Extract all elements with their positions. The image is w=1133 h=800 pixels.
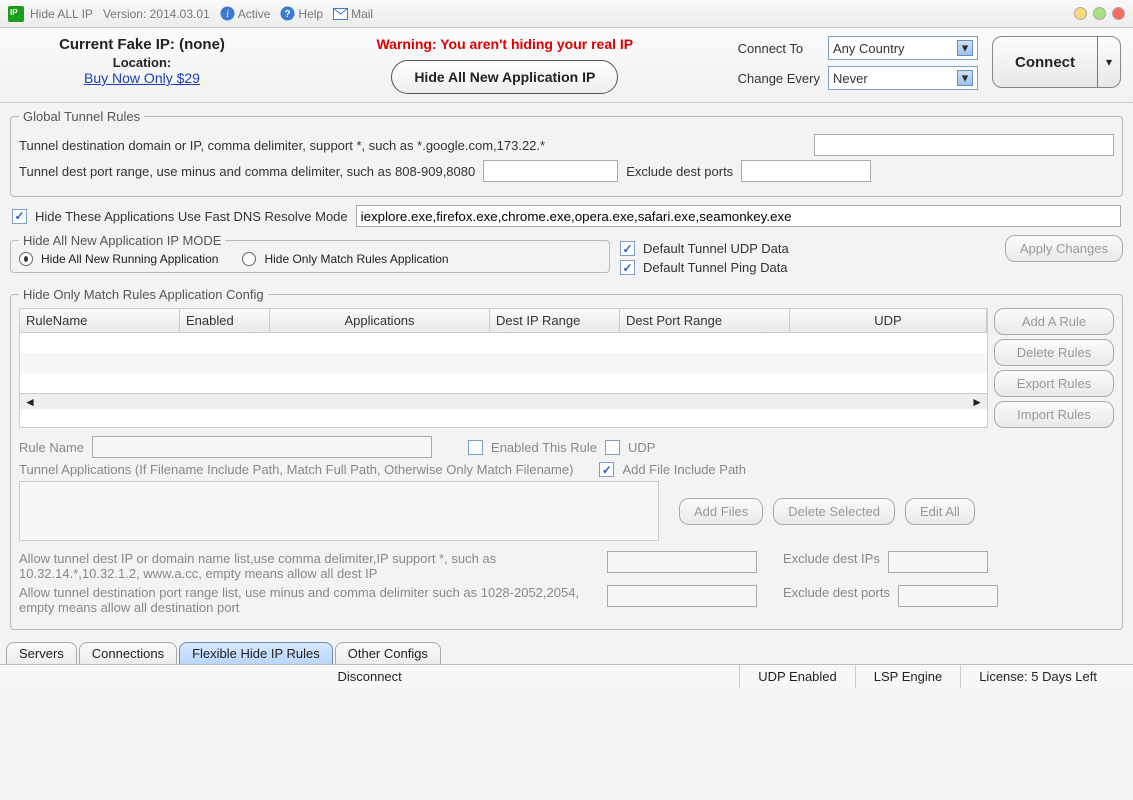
country-select[interactable]: Any Country▾ [828, 36, 978, 60]
col-destip[interactable]: Dest IP Range [490, 309, 620, 332]
connect-to-label: Connect To [738, 41, 820, 56]
rules-table: RuleName Enabled Applications Dest IP Ra… [19, 308, 988, 428]
help-link[interactable]: ? Help [280, 6, 323, 21]
connect-button[interactable]: Connect ▾ [992, 36, 1121, 88]
status-bar: Disconnect UDP Enabled LSP Engine Licens… [0, 664, 1133, 688]
minimize-icon[interactable] [1074, 7, 1087, 20]
enabled-rule-checkbox[interactable] [468, 440, 483, 455]
close-icon[interactable] [1112, 7, 1125, 20]
allow-ip-input[interactable] [607, 551, 757, 573]
mode-radio-all[interactable] [19, 252, 33, 266]
delete-rules-button[interactable]: Delete Rules [994, 339, 1114, 366]
app-title: Hide ALL IP Version: 2014.03.01 [30, 7, 210, 21]
status-lsp: LSP Engine [856, 665, 961, 688]
mid-block: Warning: You aren't hiding your real IP … [272, 36, 738, 94]
status-license: License: 5 Days Left [961, 665, 1115, 688]
rules-body [20, 333, 987, 393]
import-rules-button[interactable]: Import Rules [994, 401, 1114, 428]
active-status: i Active [220, 6, 271, 21]
global-legend: Global Tunnel Rules [19, 109, 144, 124]
rule-name-input[interactable] [92, 436, 432, 458]
udp-rule-checkbox[interactable] [605, 440, 620, 455]
exclude-ip-label: Exclude dest IPs [783, 551, 880, 566]
delete-selected-button[interactable]: Delete Selected [773, 498, 895, 525]
window-controls [1074, 7, 1125, 20]
edit-all-button[interactable]: Edit All [905, 498, 975, 525]
ip-mode-group: Hide All New Application IP MODE Hide Al… [10, 233, 610, 273]
chevron-down-icon: ▾ [957, 70, 973, 86]
exclude-port-input[interactable] [741, 160, 871, 182]
global-tunnel-rules: Global Tunnel Rules Tunnel destination d… [10, 109, 1123, 197]
mode-opt1: Hide All New Running Application [41, 252, 218, 266]
tab-other[interactable]: Other Configs [335, 642, 441, 664]
status-disconnect: Disconnect [0, 665, 740, 688]
fast-dns-input[interactable] [356, 205, 1121, 227]
mode-legend: Hide All New Application IP MODE [19, 233, 225, 248]
allow-ip-label: Allow tunnel dest IP or domain name list… [19, 551, 599, 581]
ping-label: Default Tunnel Ping Data [643, 260, 788, 275]
mail-link[interactable]: Mail [333, 7, 373, 21]
dest-domain-input[interactable] [814, 134, 1114, 156]
ping-checkbox[interactable] [620, 260, 635, 275]
apps-list-input[interactable] [19, 481, 659, 541]
app-icon [8, 6, 24, 22]
table-scrollbar[interactable]: ◄► [20, 393, 987, 409]
apply-changes-button[interactable]: Apply Changes [1005, 235, 1123, 262]
bottom-tabs: Servers Connections Flexible Hide IP Rul… [0, 638, 1133, 664]
hide-all-button[interactable]: Hide All New Application IP [391, 60, 618, 94]
col-enabled[interactable]: Enabled [180, 309, 270, 332]
col-rulename[interactable]: RuleName [20, 309, 180, 332]
titlebar: Hide ALL IP Version: 2014.03.01 i Active… [0, 0, 1133, 28]
mode-opt2: Hide Only Match Rules Application [264, 252, 448, 266]
add-path-checkbox[interactable] [599, 462, 614, 477]
add-rule-button[interactable]: Add A Rule [994, 308, 1114, 335]
tunnel-apps-label: Tunnel Applications (If Filename Include… [19, 462, 573, 477]
change-every-label: Change Every [738, 71, 820, 86]
export-rules-button[interactable]: Export Rules [994, 370, 1114, 397]
dest-domain-label: Tunnel destination domain or IP, comma d… [19, 138, 806, 153]
connect-options: Connect To Any Country▾ Change Every Nev… [738, 36, 978, 90]
dest-port-label: Tunnel dest port range, use minus and co… [19, 164, 475, 179]
tab-servers[interactable]: Servers [6, 642, 77, 664]
udp-label: Default Tunnel UDP Data [643, 241, 789, 256]
allow-port-input[interactable] [607, 585, 757, 607]
add-files-button[interactable]: Add Files [679, 498, 763, 525]
connect-dropdown[interactable]: ▾ [1098, 37, 1120, 87]
match-rules-config: Hide Only Match Rules Application Config… [10, 287, 1123, 630]
udp-checkbox[interactable] [620, 241, 635, 256]
svg-text:i: i [226, 9, 229, 20]
rule-name-label: Rule Name [19, 440, 84, 455]
col-applications[interactable]: Applications [270, 309, 490, 332]
header: Current Fake IP: (none) Location: Buy No… [0, 28, 1133, 103]
interval-select[interactable]: Never▾ [828, 66, 978, 90]
col-udp[interactable]: UDP [790, 309, 987, 332]
ip-value: (none) [179, 36, 225, 53]
fast-dns-checkbox[interactable] [12, 209, 27, 224]
svg-text:?: ? [285, 9, 291, 20]
ip-label: Current Fake IP: [59, 36, 175, 53]
exclude-ip-input[interactable] [888, 551, 988, 573]
col-destport[interactable]: Dest Port Range [620, 309, 790, 332]
tab-flexible[interactable]: Flexible Hide IP Rules [179, 642, 333, 664]
chevron-down-icon: ▾ [957, 40, 973, 56]
buy-link[interactable]: Buy Now Only $29 [84, 70, 200, 86]
add-path-label: Add File Include Path [622, 462, 746, 477]
udp-rule-label: UDP [628, 440, 655, 455]
config-legend: Hide Only Match Rules Application Config [19, 287, 268, 302]
dest-port-input[interactable] [483, 160, 618, 182]
exclude-port-label: Exclude dest ports [626, 164, 733, 179]
exclude-port-input2[interactable] [898, 585, 998, 607]
exclude-port-label2: Exclude dest ports [783, 585, 890, 600]
ip-block: Current Fake IP: (none) Location: Buy No… [12, 36, 272, 86]
mode-radio-match[interactable] [242, 252, 256, 266]
warning-text: Warning: You aren't hiding your real IP [272, 36, 738, 52]
allow-port-label: Allow tunnel destination port range list… [19, 585, 599, 615]
tab-connections[interactable]: Connections [79, 642, 177, 664]
fast-dns-label: Hide These Applications Use Fast DNS Res… [35, 209, 348, 224]
location-label: Location: [12, 55, 272, 70]
status-udp: UDP Enabled [740, 665, 856, 688]
maximize-icon[interactable] [1093, 7, 1106, 20]
enabled-rule-label: Enabled This Rule [491, 440, 597, 455]
connect-button-main[interactable]: Connect [993, 37, 1098, 87]
